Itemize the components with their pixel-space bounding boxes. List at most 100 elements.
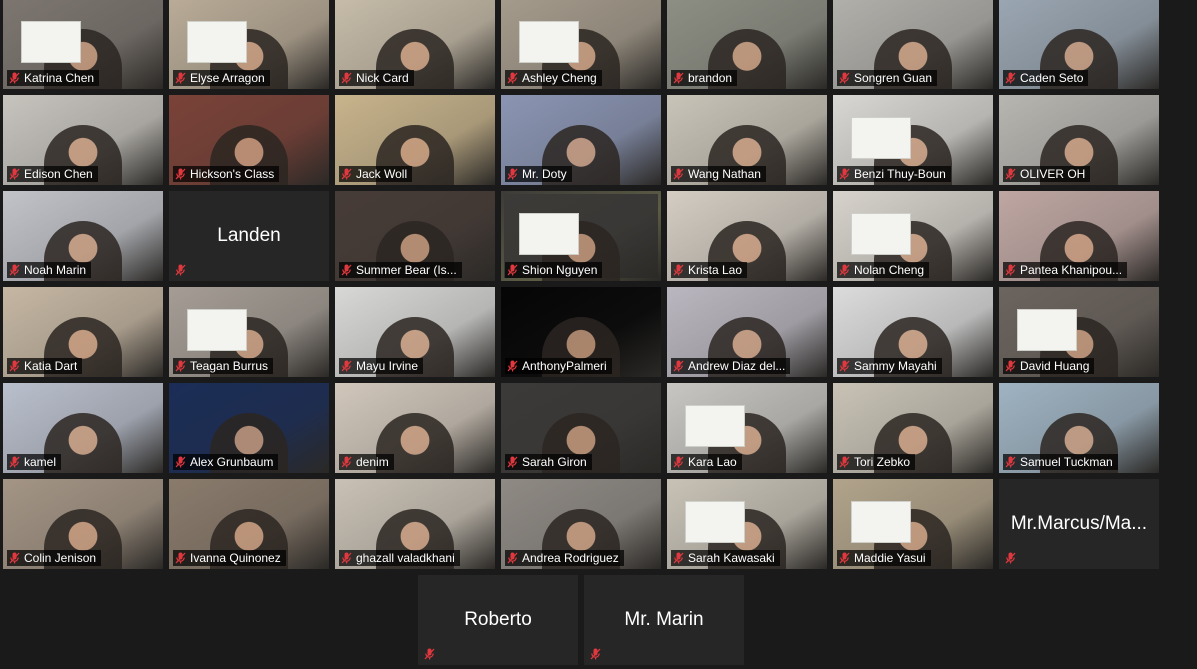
participant-tile-pantea-khanipou[interactable]: Pantea Khanipou... [999, 191, 1159, 281]
participant-tile-krista-lao[interactable]: Krista Lao [667, 191, 827, 281]
participant-tile-nolan-cheng[interactable]: Nolan Cheng [833, 191, 993, 281]
muted-mic-icon [1005, 264, 1016, 276]
participant-name: Mr. Doty [522, 167, 567, 181]
name-label: Sammy Mayahi [837, 358, 942, 374]
participant-tile-mayu-irvine[interactable]: Mayu Irvine [335, 287, 495, 377]
participant-name: kamel [24, 455, 57, 469]
participant-tile-brandon[interactable]: brandon [667, 0, 827, 89]
participant-tile-tori-zebko[interactable]: Tori Zebko [833, 383, 993, 473]
name-label: ghazall valadkhani [339, 550, 460, 566]
muted-mic-icon [9, 168, 20, 180]
participant-tile-nick-card[interactable]: Nick Card [335, 0, 495, 89]
name-label: Sarah Kawasaki [671, 550, 780, 566]
muted-mic-icon [673, 264, 684, 276]
participant-name: Nick Card [356, 71, 409, 85]
participant-tile-mr-marin[interactable]: Mr. Marin [584, 575, 744, 665]
participant-tile-kara-lao[interactable]: Kara Lao [667, 383, 827, 473]
participant-tile-denim[interactable]: denim [335, 383, 495, 473]
participant-tile-katrina-chen[interactable]: Katrina Chen [3, 0, 163, 89]
participant-name: Samuel Tuckman [1020, 455, 1113, 469]
participant-tile-songren-guan[interactable]: Songren Guan [833, 0, 993, 89]
participant-tile-benzi-thuy-boun[interactable]: Benzi Thuy-Boun [833, 95, 993, 185]
muted-mic-icon [341, 168, 352, 180]
participant-name: AnthonyPalmeri [522, 359, 607, 373]
name-label: Mayu Irvine [339, 358, 424, 374]
muted-mic-icon [9, 360, 20, 372]
muted-mic-icon [175, 456, 186, 468]
participant-tile-hickson-s-class[interactable]: Hickson's Class [169, 95, 329, 185]
participant-tile-sarah-kawasaki[interactable]: Sarah Kawasaki [667, 479, 827, 569]
name-label: Mr. Doty [505, 166, 572, 182]
participant-tile-samuel-tuckman[interactable]: Samuel Tuckman [999, 383, 1159, 473]
participant-tile-kamel[interactable]: kamel [3, 383, 163, 473]
name-label: denim [339, 454, 394, 470]
muted-mic-icon [507, 552, 518, 564]
participant-tile-mr-doty[interactable]: Mr. Doty [501, 95, 661, 185]
name-label: Pantea Khanipou... [1003, 262, 1128, 278]
participant-tile-katia-dart[interactable]: Katia Dart [3, 287, 163, 377]
participant-tile-elyse-arragon[interactable]: Elyse Arragon [169, 0, 329, 89]
participant-name: Nolan Cheng [854, 263, 925, 277]
participant-tile-ivanna-quinonez[interactable]: Ivanna Quinonez [169, 479, 329, 569]
muted-mic-icon [507, 264, 518, 276]
name-label: Ashley Cheng [505, 70, 602, 86]
participant-tile-ashley-cheng[interactable]: Ashley Cheng [501, 0, 661, 89]
participant-tile-wang-nathan[interactable]: Wang Nathan [667, 95, 827, 185]
participant-tile-sarah-giron[interactable]: Sarah Giron [501, 383, 661, 473]
participant-tile-ghazall-valadkhani[interactable]: ghazall valadkhani [335, 479, 495, 569]
participant-tile-teagan-burrus[interactable]: Teagan Burrus [169, 287, 329, 377]
name-label: Nolan Cheng [837, 262, 930, 278]
participant-tile-colin-jenison[interactable]: Colin Jenison [3, 479, 163, 569]
participant-name: OLIVER OH [1020, 167, 1086, 181]
name-label: Andrew Diaz del... [671, 358, 791, 374]
muted-mic-icon [175, 264, 186, 276]
participant-tile-andrew-diaz-del[interactable]: Andrew Diaz del... [667, 287, 827, 377]
name-label: Summer Bear (Is... [339, 262, 462, 278]
participant-tile-jack-woll[interactable]: Jack Woll [335, 95, 495, 185]
participant-tile-roberto[interactable]: Roberto [418, 575, 578, 665]
participant-name: Sarah Kawasaki [688, 551, 775, 565]
participant-tile-caden-seto[interactable]: Caden Seto [999, 0, 1159, 89]
participant-tile-david-huang[interactable]: David Huang [999, 287, 1159, 377]
held-drawing [685, 405, 745, 447]
participant-name: Andrew Diaz del... [688, 359, 786, 373]
muted-mic-icon [9, 264, 20, 276]
participant-tile-anthonypalmeri[interactable]: AnthonyPalmeri [501, 287, 661, 377]
participant-tile-maddie-yasui[interactable]: Maddie Yasui [833, 479, 993, 569]
name-label: OLIVER OH [1003, 166, 1091, 182]
participant-tile-landen[interactable]: Landen [169, 191, 329, 281]
participant-name: Caden Seto [1020, 71, 1084, 85]
name-label: Colin Jenison [7, 550, 102, 566]
participant-tile-noah-marin[interactable]: Noah Marin [3, 191, 163, 281]
name-label: Kara Lao [671, 454, 742, 470]
held-drawing [187, 21, 247, 63]
muted-mic-icon [507, 456, 518, 468]
participant-name: Elyse Arragon [190, 71, 265, 85]
name-label: Nick Card [339, 70, 414, 86]
participant-tile-sammy-mayahi[interactable]: Sammy Mayahi [833, 287, 993, 377]
muted-mic-icon [341, 456, 352, 468]
held-drawing [851, 501, 911, 543]
held-drawing [851, 213, 911, 255]
muted-mic-icon [507, 360, 518, 372]
participant-tile-shion-nguyen[interactable]: Shion Nguyen [501, 191, 661, 281]
participant-tile-mr-marcus-ma[interactable]: Mr.Marcus/Ma... [999, 479, 1159, 569]
name-label: Edison Chen [7, 166, 98, 182]
participant-name: Jack Woll [356, 167, 408, 181]
participant-name: Mr. Marin [624, 609, 704, 630]
participant-tile-oliver-oh[interactable]: OLIVER OH [999, 95, 1159, 185]
name-label: David Huang [1003, 358, 1095, 374]
participant-tile-andrea-rodriguez[interactable]: Andrea Rodriguez [501, 479, 661, 569]
participant-tile-alex-grunbaum[interactable]: Alex Grunbaum [169, 383, 329, 473]
participant-name: Andrea Rodriguez [522, 551, 619, 565]
participant-name: brandon [688, 71, 733, 85]
participant-name: Noah Marin [24, 263, 87, 277]
name-label: Krista Lao [671, 262, 748, 278]
name-label: Wang Nathan [671, 166, 766, 182]
muted-mic-icon [839, 264, 850, 276]
muted-mic-icon [839, 168, 850, 180]
muted-mic-icon [9, 552, 20, 564]
held-drawing [851, 117, 911, 159]
participant-tile-edison-chen[interactable]: Edison Chen [3, 95, 163, 185]
participant-tile-summer-bear-is[interactable]: Summer Bear (Is... [335, 191, 495, 281]
